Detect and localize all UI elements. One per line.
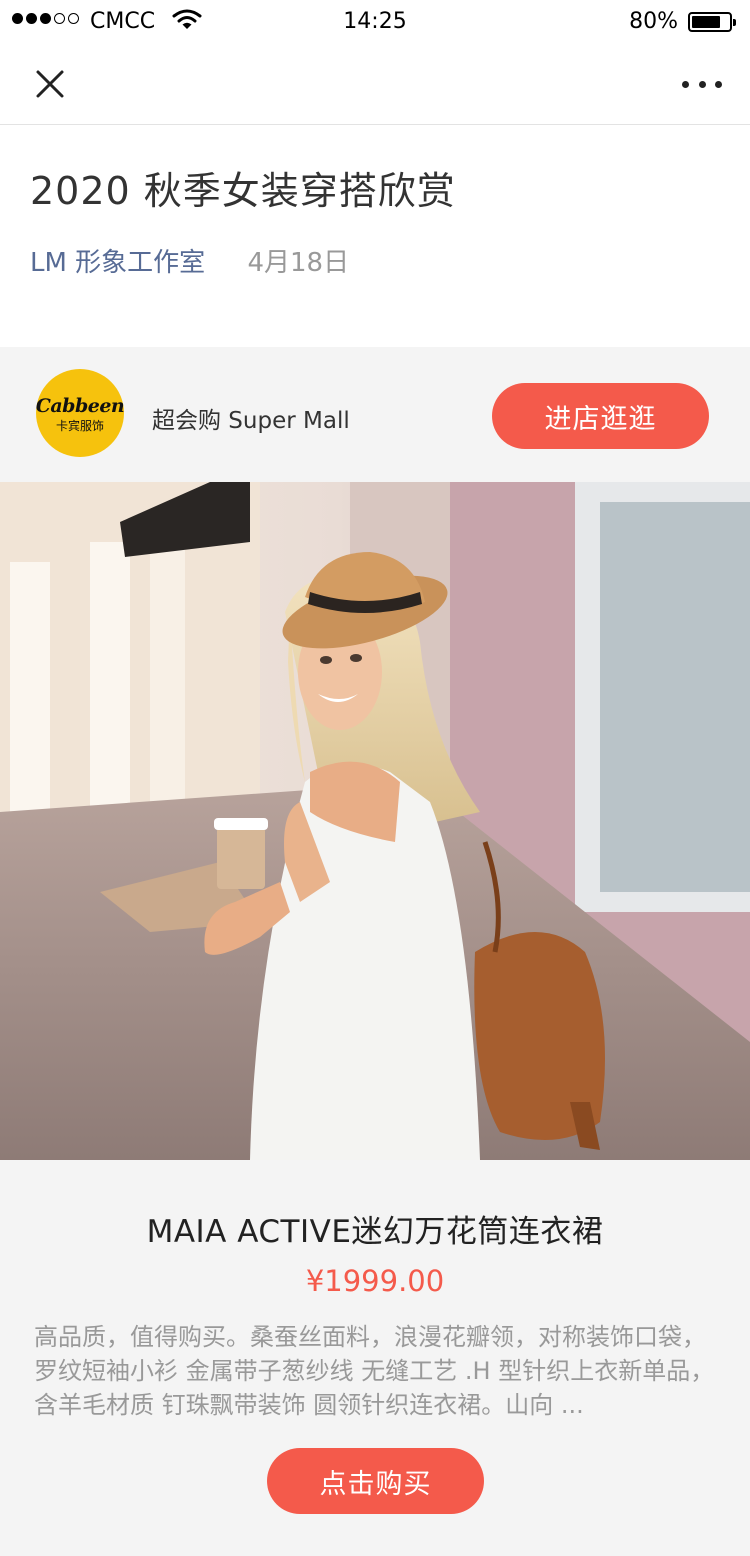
shop-name: 超会购 Super Mall — [152, 408, 350, 434]
navigation-bar — [0, 44, 750, 125]
logo-wordmark: Cabbeen — [36, 394, 124, 417]
logo-subtext: 卡宾服饰 — [55, 418, 104, 433]
more-icon[interactable] — [682, 70, 722, 98]
close-icon[interactable] — [30, 64, 70, 104]
battery-percentage: 80% — [629, 9, 678, 34]
product-price: ¥1999.00 — [305, 1264, 445, 1298]
shop-card: Cabbeen 卡宾服饰 超会购 Super Mall 进店逛逛 — [0, 347, 750, 482]
enter-shop-button[interactable]: 进店逛逛 — [492, 383, 709, 449]
article-meta: LM 形象工作室 4月18日 — [30, 242, 349, 279]
publish-date: 4月18日 — [247, 248, 350, 278]
shop-logo[interactable]: Cabbeen 卡宾服饰 — [36, 369, 124, 457]
product-title: MAIA ACTIVE迷幻万花筒连衣裙 — [146, 1214, 604, 1250]
buy-button[interactable]: 点击购买 — [267, 1448, 484, 1514]
product-photo — [0, 482, 750, 1160]
battery-icon — [688, 12, 736, 32]
article-title: 2020 秋季女装穿搭欣赏 — [30, 169, 456, 213]
product-info: MAIA ACTIVE迷幻万花筒连衣裙 ¥1999.00 高品质，值得购买。桑蚕… — [0, 1160, 750, 1556]
product-description: 高品质，值得购买。桑蚕丝面料，浪漫花瓣领，对称装饰口袋，罗纹短袖小衫 金属带子葱… — [34, 1323, 715, 1419]
status-bar: CMCC 14:25 80% — [0, 0, 750, 44]
author-link[interactable]: LM 形象工作室 — [30, 248, 205, 278]
